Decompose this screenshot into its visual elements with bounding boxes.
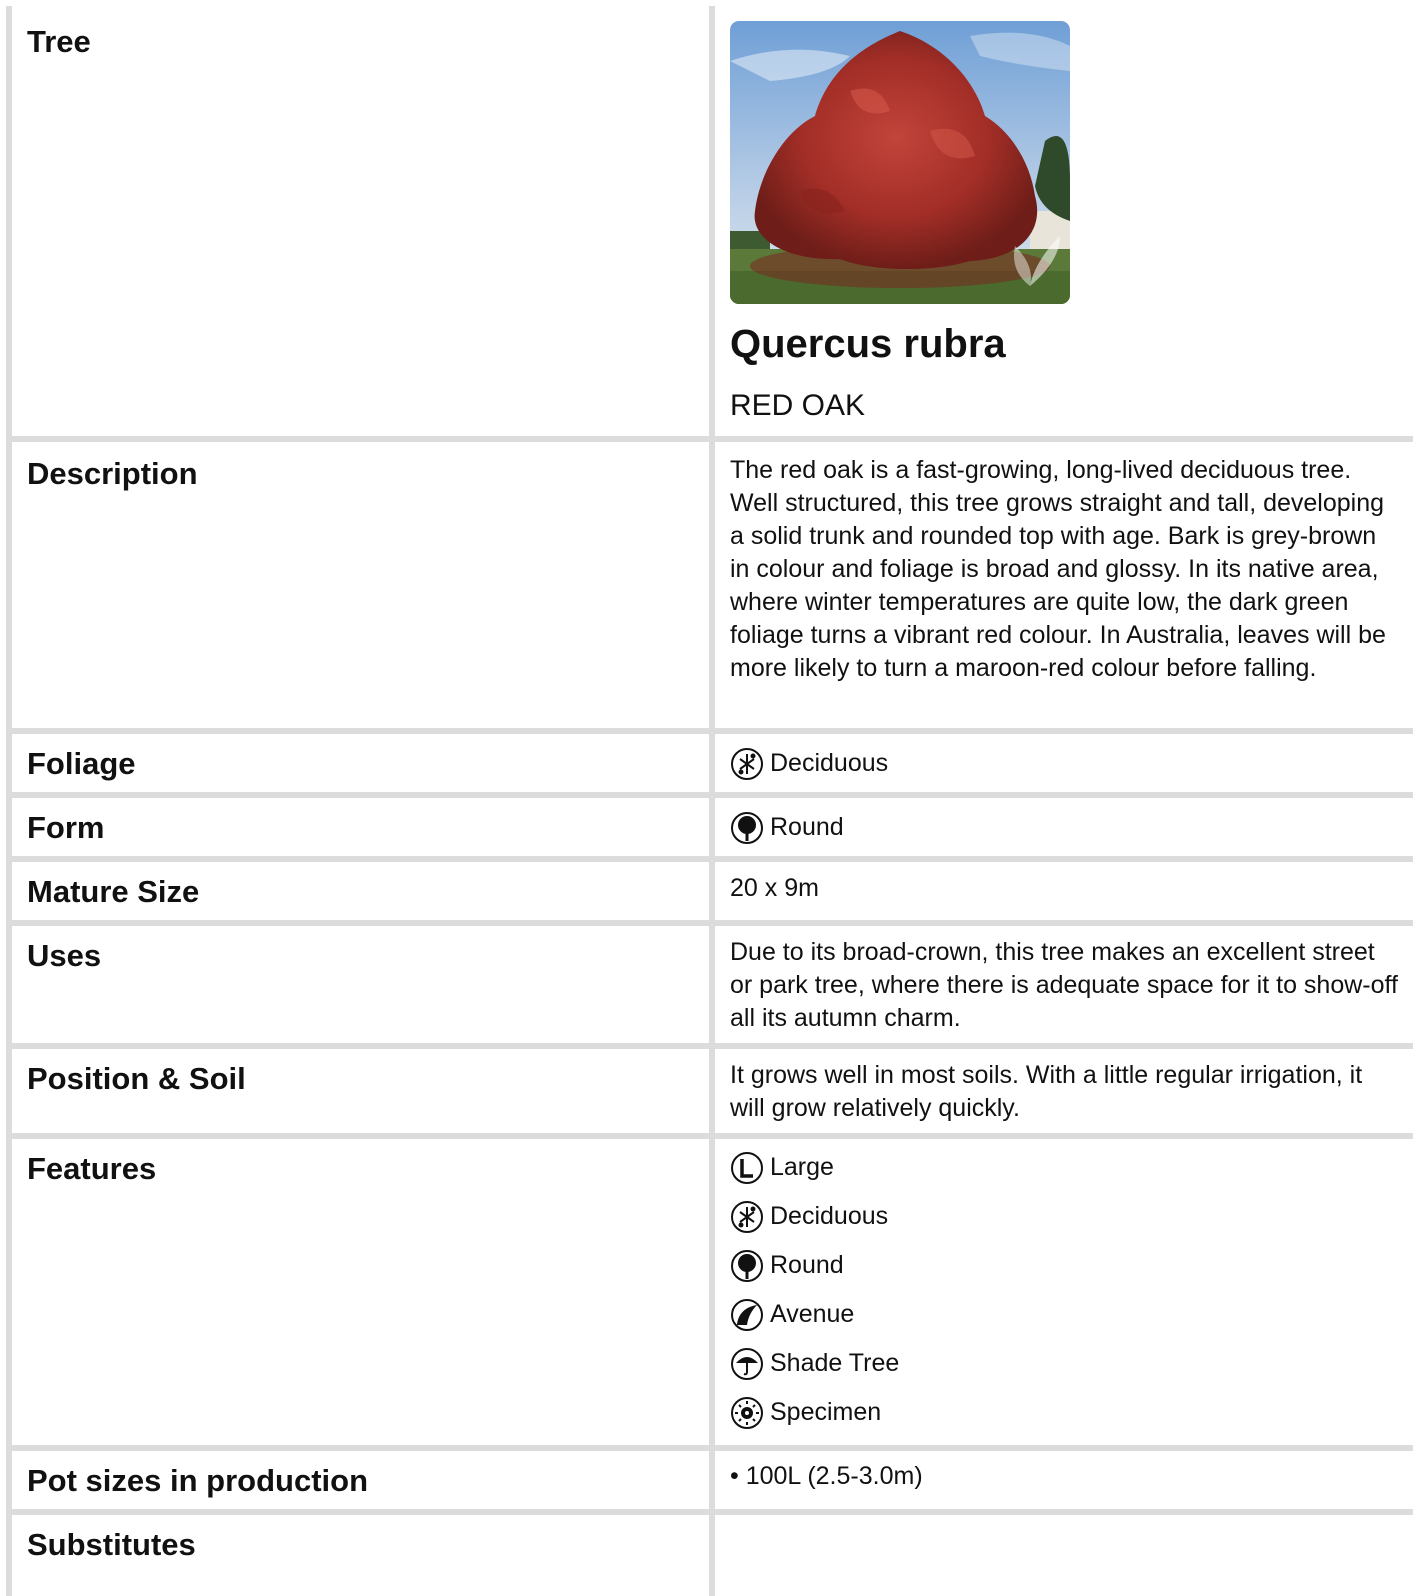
value-cell: Deciduous [715,734,1416,792]
feature-label: Round [770,1251,844,1279]
list-item: Deciduous [730,1192,1401,1241]
list-item: Avenue [730,1290,1401,1339]
avenue-icon [730,1298,764,1332]
round-icon [730,811,764,845]
row-label-features: Features [27,1151,157,1186]
label-cell: Tree [12,6,709,436]
table-row-description: Description The red oak is a fast-growin… [6,442,1416,728]
label-cell: Uses [12,926,709,1043]
label-cell: Substitutes [12,1515,709,1596]
row-label-position-soil: Position & Soil [27,1061,246,1096]
table-row-features: Features Large Deciduous Round Avenue Sh… [6,1139,1416,1445]
list-item: Round [730,1241,1401,1290]
row-label-substitutes: Substitutes [27,1527,196,1562]
row-label-uses: Uses [27,938,102,973]
row-label-description: Description [27,456,198,491]
feature-label: Shade Tree [770,1349,900,1377]
label-cell: Features [12,1139,709,1445]
plant-spec-table: Tree Quercus rubra RED OAK Description T… [6,6,1416,1596]
specimen-icon [730,1396,764,1430]
deciduous-icon [730,747,764,781]
form-value: Round [730,803,1401,852]
features-list: Large Deciduous Round Avenue Shade Tree … [730,1143,1401,1437]
foliage-label: Deciduous [770,749,889,777]
row-label-form: Form [27,810,105,845]
value-cell: It grows well in most soils. With a litt… [715,1049,1416,1133]
table-row-position-soil: Position & Soil It grows well in most so… [6,1049,1416,1133]
botanical-name: Quercus rubra [730,322,1006,366]
list-item: Specimen [730,1388,1401,1437]
position-soil-text: It grows well in most soils. With a litt… [730,1061,1363,1122]
table-row-tree: Tree Quercus rubra RED OAK [6,6,1416,436]
shade-tree-icon [730,1347,764,1381]
deciduous-icon [730,1200,764,1234]
uses-text: Due to its broad-crown, this tree makes … [730,938,1398,1032]
feature-label: Avenue [770,1300,855,1328]
description-text: The red oak is a fast-growing, long-live… [730,456,1386,682]
label-cell: Foliage [12,734,709,792]
list-item: Shade Tree [730,1339,1401,1388]
mature-size-value: 20 x 9m [730,874,819,902]
row-label-mature-size: Mature Size [27,874,200,909]
list-item: Large [730,1143,1401,1192]
table-row-form: Form Round [6,798,1416,856]
tree-photo [730,21,1070,304]
label-cell: Form [12,798,709,856]
table-row-substitutes: Substitutes [6,1515,1416,1596]
value-cell: The red oak is a fast-growing, long-live… [715,442,1416,728]
feature-label: Specimen [770,1398,882,1426]
large-icon [730,1151,764,1185]
round-icon [730,1249,764,1283]
table-row-mature-size: Mature Size 20 x 9m [6,862,1416,920]
value-cell: Quercus rubra RED OAK [715,6,1416,436]
common-name: RED OAK [730,389,866,422]
label-cell: Pot sizes in production [12,1451,709,1509]
label-cell: Position & Soil [12,1049,709,1133]
value-cell: Round [715,798,1416,856]
value-cell: Large Deciduous Round Avenue Shade Tree … [715,1139,1416,1445]
feature-label: Large [770,1153,834,1181]
table-row-uses: Uses Due to its broad-crown, this tree m… [6,926,1416,1043]
label-cell: Mature Size [12,862,709,920]
value-cell: 20 x 9m [715,862,1416,920]
feature-label: Deciduous [770,1202,889,1230]
form-label: Round [770,813,844,841]
value-cell [715,1515,1416,1596]
value-cell: Due to its broad-crown, this tree makes … [715,926,1416,1043]
value-cell: • 100L (2.5-3.0m) [715,1451,1416,1509]
foliage-value: Deciduous [730,739,1401,788]
pot-sizes-value: • 100L (2.5-3.0m) [730,1462,923,1490]
table-row-pot-sizes: Pot sizes in production • 100L (2.5-3.0m… [6,1451,1416,1509]
row-label-pot-sizes: Pot sizes in production [27,1463,369,1498]
row-label-tree: Tree [27,24,91,59]
label-cell: Description [12,442,709,728]
row-label-foliage: Foliage [27,746,136,781]
table-row-foliage: Foliage Deciduous [6,734,1416,792]
